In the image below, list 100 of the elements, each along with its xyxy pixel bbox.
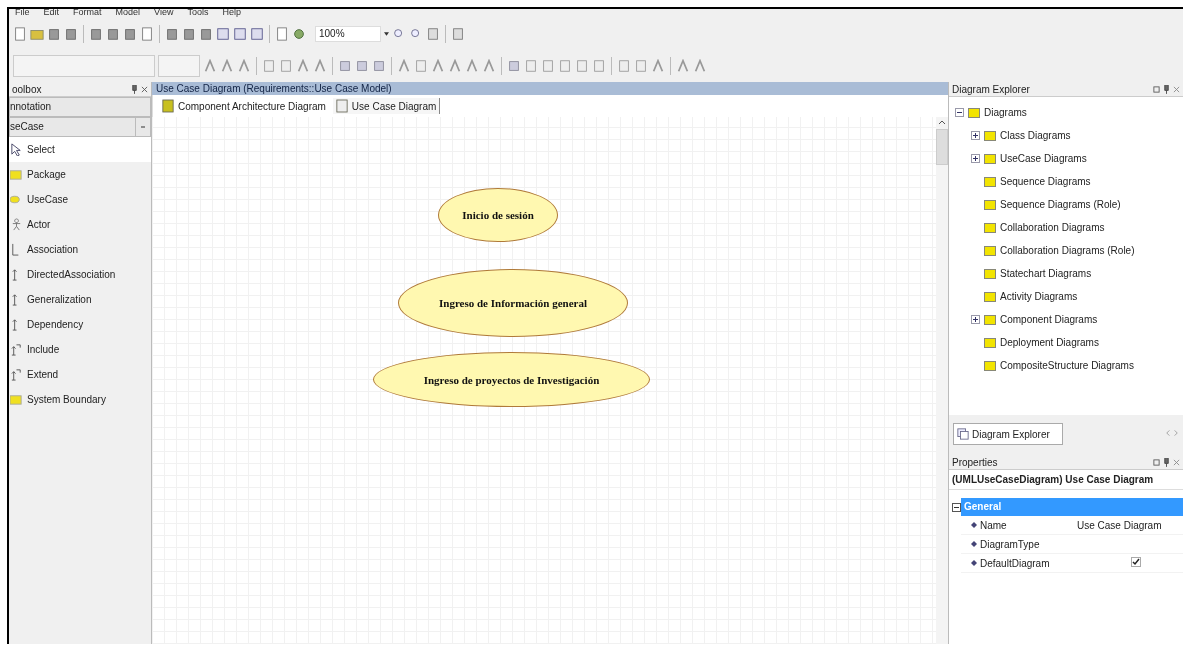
toolbox-group[interactable]: nnotation — [9, 97, 151, 117]
tree-item[interactable]: Sequence Diagrams — [1000, 176, 1091, 187]
toolbar-icon[interactable] — [676, 59, 690, 73]
menu-item[interactable]: File — [15, 9, 30, 18]
pin-icon[interactable] — [1163, 84, 1170, 94]
menu-item[interactable]: View — [154, 9, 174, 18]
menu-item[interactable]: Model — [115, 9, 141, 18]
tree-item[interactable]: Class Diagrams — [1000, 130, 1071, 141]
tree-item[interactable]: Component Diagrams — [1000, 314, 1098, 325]
font-field[interactable] — [13, 55, 155, 77]
pin-icon[interactable] — [131, 84, 138, 94]
toolbox-item[interactable]: System Boundary — [9, 387, 151, 412]
toolbar-icon[interactable] — [465, 59, 479, 73]
scrollbar[interactable] — [936, 117, 948, 644]
tree-item[interactable]: Statechart Diagrams — [1000, 268, 1092, 279]
toolbar-icon[interactable] — [250, 27, 264, 41]
close-icon[interactable] — [1173, 84, 1180, 94]
toolbar-icon[interactable] — [414, 59, 428, 73]
close-icon[interactable] — [1173, 457, 1180, 467]
toolbar-icon[interactable] — [451, 27, 465, 41]
toolbar-icon[interactable] — [313, 59, 327, 73]
use-case[interactable]: Ingreso de Información general — [398, 269, 628, 337]
toolbox-item[interactable]: Association — [9, 237, 151, 262]
toolbar-icon[interactable] — [165, 27, 179, 41]
pin-icon[interactable] — [1163, 457, 1170, 467]
toolbox-item[interactable]: Select — [9, 137, 151, 162]
toolbar-icon[interactable] — [592, 59, 606, 73]
toolbar-icon[interactable] — [123, 27, 137, 41]
toolbar-icon[interactable] — [89, 27, 103, 41]
expand-icon[interactable] — [971, 315, 980, 324]
toolbar-icon[interactable] — [448, 59, 462, 73]
expand-icon[interactable] — [971, 154, 980, 163]
tree-item[interactable]: CompositeStructure Diagrams — [1000, 360, 1134, 371]
toolbar-icon[interactable] — [355, 59, 369, 73]
tree-item[interactable]: Collaboration Diagrams (Role) — [1000, 245, 1135, 256]
tree-item[interactable]: Deployment Diagrams — [1000, 337, 1099, 348]
toolbar-icon[interactable] — [693, 59, 707, 73]
toolbar-icon[interactable] — [47, 27, 61, 41]
toolbar-icon[interactable] — [541, 59, 555, 73]
tree-item[interactable]: Activity Diagrams — [1000, 291, 1078, 302]
tree-item[interactable]: Collaboration Diagrams — [1000, 222, 1105, 233]
checkbox[interactable] — [1131, 557, 1141, 567]
toolbox-item[interactable]: Actor — [9, 212, 151, 237]
menu-item[interactable]: Edit — [43, 9, 60, 18]
tree-item[interactable]: Diagrams — [984, 107, 1027, 118]
zoom-field[interactable]: 100% — [315, 26, 381, 42]
diagram-tab[interactable]: Use Case Diagram — [332, 98, 441, 114]
toolbar-icon[interactable] — [651, 59, 665, 73]
toolbar-icon[interactable] — [203, 59, 217, 73]
toolbar-icon[interactable] — [482, 59, 496, 73]
diagram-tab[interactable]: Component Architecture Diagram — [159, 98, 329, 114]
use-case[interactable]: Inicio de sesión — [438, 188, 558, 242]
close-icon[interactable] — [141, 84, 148, 94]
property-value[interactable]: Use Case Diagram — [1077, 519, 1162, 531]
caret-icon[interactable] — [384, 32, 389, 36]
toolbox-item[interactable]: DirectedAssociation — [9, 262, 151, 287]
toolbar-icon[interactable] — [140, 27, 154, 41]
toolbar-icon[interactable] — [372, 59, 386, 73]
tree-item[interactable]: UseCase Diagrams — [1000, 153, 1087, 164]
collapse-icon[interactable] — [952, 502, 961, 512]
toolbar-icon[interactable] — [426, 27, 440, 41]
toolbar-icon[interactable] — [558, 59, 572, 73]
toolbar-icon[interactable] — [182, 27, 196, 41]
toolbar-icon[interactable] — [575, 59, 589, 73]
toolbar-icon[interactable] — [64, 27, 78, 41]
toolbar-icon[interactable] — [507, 59, 521, 73]
toolbar-icon[interactable] — [106, 27, 120, 41]
panel-tab[interactable]: Diagram Explorer — [953, 423, 1063, 445]
toolbar-icon[interactable] — [634, 59, 648, 73]
toolbar-icon[interactable] — [397, 59, 411, 73]
toolbox-item[interactable]: Dependency — [9, 312, 151, 337]
toolbar-icon[interactable] — [275, 27, 289, 41]
toolbox-item[interactable]: Extend — [9, 362, 151, 387]
toolbar-icon[interactable] — [233, 27, 247, 41]
tab-scroll-icon[interactable] — [1165, 429, 1179, 437]
size-field[interactable] — [158, 55, 200, 77]
toolbox-item[interactable]: Generalization — [9, 287, 151, 312]
scroll-up-icon[interactable] — [938, 119, 946, 125]
toolbar-icon[interactable] — [338, 59, 352, 73]
toolbar-icon[interactable] — [279, 59, 293, 73]
menu-item[interactable]: Tools — [187, 9, 209, 18]
toolbox-item[interactable]: Include — [9, 337, 151, 362]
toolbar-icon[interactable] — [220, 59, 234, 73]
toolbar-icon[interactable] — [262, 59, 276, 73]
expand-icon[interactable] — [971, 131, 980, 140]
diagram-canvas[interactable]: Inicio de sesión Ingreso de Información general Ingreso de proyectos de Investigación — [152, 117, 936, 644]
toolbar-icon[interactable] — [617, 59, 631, 73]
toolbar-icon[interactable] — [524, 59, 538, 73]
toolbar-icon[interactable] — [431, 59, 445, 73]
toolbar-icon[interactable] — [199, 27, 213, 41]
toolbox-item[interactable]: Package — [9, 162, 151, 187]
tree-item[interactable]: Sequence Diagrams (Role) — [1000, 199, 1121, 210]
scroll-thumb[interactable] — [936, 129, 948, 165]
toolbar-icon[interactable] — [216, 27, 230, 41]
use-case[interactable]: Ingreso de proyectos de Investigación — [373, 352, 650, 407]
toolbar-icon[interactable] — [30, 27, 44, 41]
toolbox-item[interactable]: UseCase — [9, 187, 151, 212]
toolbar-icon[interactable] — [237, 59, 251, 73]
toolbar-icon[interactable] — [296, 59, 310, 73]
toolbar-icon[interactable] — [13, 27, 27, 41]
